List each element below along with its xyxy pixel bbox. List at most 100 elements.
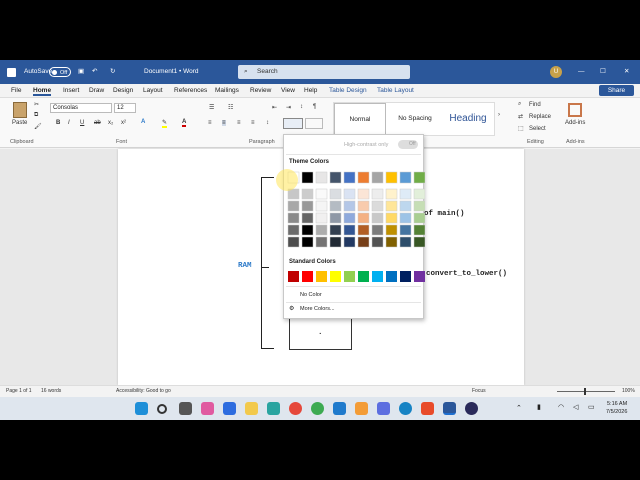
theme-swatch[interactable] <box>301 224 314 236</box>
autosave-toggle[interactable]: Off <box>49 67 71 77</box>
theme-swatch[interactable] <box>329 200 342 212</box>
theme-swatch[interactable] <box>399 188 412 200</box>
line-spacing-icon[interactable]: ↕ <box>266 120 269 126</box>
zoom-slider-thumb[interactable] <box>584 388 586 395</box>
tab-home[interactable]: Home <box>33 87 52 96</box>
styles-expand-icon[interactable]: › <box>498 112 500 118</box>
paste-icon[interactable] <box>13 102 27 118</box>
minimize-icon[interactable]: — <box>578 60 585 84</box>
theme-swatch[interactable] <box>413 200 425 212</box>
theme-swatch[interactable] <box>343 188 356 200</box>
avatar[interactable]: U <box>550 66 562 78</box>
share-button[interactable]: Share <box>599 85 634 96</box>
theme-swatch[interactable] <box>315 200 328 212</box>
network-icon[interactable]: ▮ <box>537 403 541 411</box>
align-left-icon[interactable]: ≡ <box>208 120 212 126</box>
theme-swatch[interactable] <box>357 188 370 200</box>
align-right-icon[interactable]: ≡ <box>237 120 241 126</box>
standard-swatch[interactable] <box>358 271 369 282</box>
font-name-select[interactable]: Consolas <box>50 103 112 113</box>
theme-swatch[interactable] <box>315 224 328 236</box>
theme-swatch[interactable] <box>329 212 342 224</box>
theme-swatch[interactable] <box>315 236 328 248</box>
redo-icon[interactable]: ↻ <box>110 60 115 84</box>
obs-icon[interactable] <box>465 402 478 415</box>
theme-swatch[interactable] <box>371 224 384 236</box>
theme-swatch[interactable] <box>329 171 342 184</box>
tab-file[interactable]: File <box>11 87 21 94</box>
theme-swatch[interactable] <box>413 171 425 184</box>
store-icon[interactable] <box>223 402 236 415</box>
start-icon[interactable] <box>135 402 148 415</box>
style-heading[interactable]: Heading <box>442 103 494 136</box>
volume-icon[interactable]: ◁ <box>573 403 578 411</box>
tab-mailings[interactable]: Mailings <box>215 87 239 94</box>
theme-swatch[interactable] <box>399 236 412 248</box>
theme-swatch[interactable] <box>343 200 356 212</box>
standard-swatch[interactable] <box>372 271 383 282</box>
page-count[interactable]: Page 1 of 1 <box>6 388 32 394</box>
format-painter-icon[interactable]: 🖌 <box>34 123 42 130</box>
superscript-button[interactable]: x² <box>121 120 126 126</box>
tab-design[interactable]: Design <box>113 87 133 94</box>
theme-swatch[interactable] <box>413 236 425 248</box>
strikethrough-button[interactable]: ab <box>94 120 101 126</box>
chrome-icon[interactable] <box>289 402 302 415</box>
paste-button[interactable]: Paste <box>12 120 27 126</box>
theme-swatch[interactable] <box>329 188 342 200</box>
theme-swatch[interactable] <box>371 212 384 224</box>
more-colors-option[interactable]: More Colors... <box>300 306 335 312</box>
theme-swatch[interactable] <box>315 171 328 184</box>
accessibility-status[interactable]: Accessibility: Good to go <box>116 388 171 394</box>
addins-icon[interactable] <box>568 103 582 117</box>
theme-swatch[interactable] <box>329 224 342 236</box>
theme-swatch[interactable] <box>413 224 425 236</box>
select-icon[interactable]: ⬚ <box>518 125 524 132</box>
save-icon[interactable]: ▣ <box>78 60 84 84</box>
text-effects-icon[interactable]: A <box>141 119 145 125</box>
standard-swatch[interactable] <box>302 271 313 282</box>
tab-layout[interactable]: Layout <box>143 87 163 94</box>
standard-swatch[interactable] <box>288 271 299 282</box>
theme-swatch[interactable] <box>413 212 425 224</box>
theme-swatch[interactable] <box>371 200 384 212</box>
theme-swatch[interactable] <box>287 236 300 248</box>
theme-swatch[interactable] <box>301 200 314 212</box>
tab-table-layout[interactable]: Table Layout <box>377 87 414 94</box>
theme-swatch[interactable] <box>413 188 425 200</box>
theme-swatch[interactable] <box>301 171 314 184</box>
theme-swatch[interactable] <box>301 188 314 200</box>
theme-swatch[interactable] <box>399 224 412 236</box>
theme-swatch[interactable] <box>329 236 342 248</box>
edge-icon[interactable] <box>267 402 280 415</box>
copy-icon[interactable]: ⧉ <box>34 112 38 119</box>
addins-button[interactable]: Add-ins <box>565 120 585 126</box>
theme-swatch[interactable] <box>399 212 412 224</box>
numbering-icon[interactable]: ☷ <box>228 104 233 111</box>
styles-gallery[interactable]: Normal No Spacing Heading <box>333 102 495 136</box>
theme-swatch[interactable] <box>357 212 370 224</box>
theme-swatch[interactable] <box>315 212 328 224</box>
clock-time[interactable]: 5:16 AM <box>607 401 627 407</box>
close-icon[interactable]: ✕ <box>624 60 629 84</box>
clock-date[interactable]: 7/5/2026 <box>606 409 627 415</box>
theme-swatch[interactable] <box>301 236 314 248</box>
standard-swatch[interactable] <box>330 271 341 282</box>
select-button[interactable]: Select <box>529 126 546 132</box>
italic-button[interactable]: I <box>68 120 70 126</box>
bold-button[interactable]: B <box>56 120 60 126</box>
vscode-icon[interactable] <box>333 402 346 415</box>
theme-swatch[interactable] <box>343 212 356 224</box>
outdent-icon[interactable]: ⇥ <box>286 104 291 111</box>
explorer-icon[interactable] <box>245 402 258 415</box>
shading-button[interactable] <box>283 118 303 129</box>
task-view-icon[interactable] <box>179 402 192 415</box>
tab-view[interactable]: View <box>281 87 295 94</box>
theme-swatch[interactable] <box>343 171 356 184</box>
standard-swatch[interactable] <box>316 271 327 282</box>
edge-2-icon[interactable] <box>399 402 412 415</box>
theme-swatch[interactable] <box>399 171 412 184</box>
tab-review[interactable]: Review <box>250 87 271 94</box>
focus-button[interactable]: Focus <box>472 388 486 394</box>
theme-swatch[interactable] <box>371 188 384 200</box>
